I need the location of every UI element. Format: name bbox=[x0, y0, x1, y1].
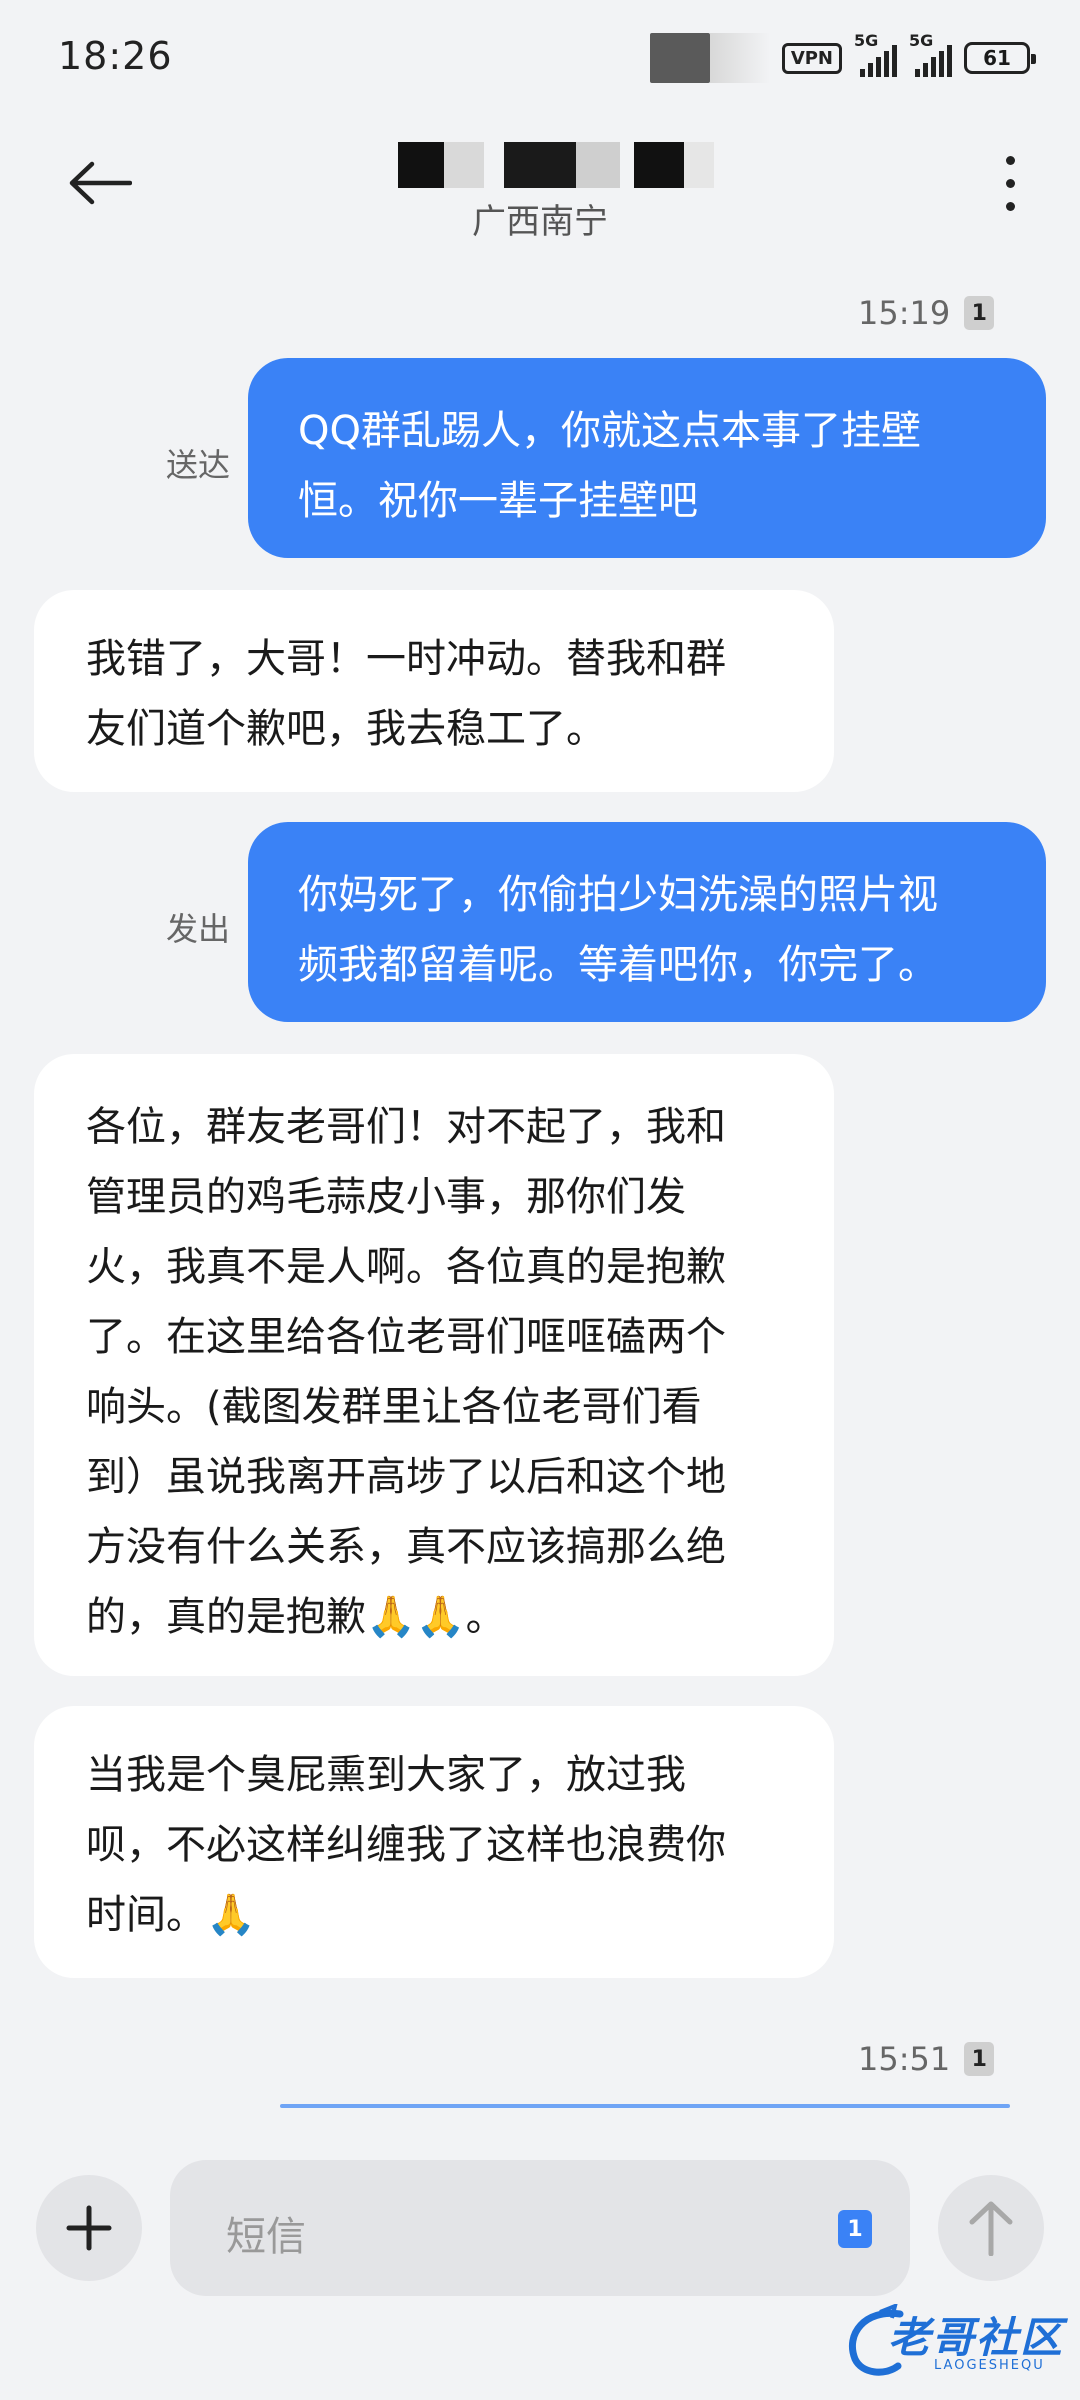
redacted-fade bbox=[709, 33, 770, 83]
outgoing-message[interactable]: 你妈死了，你偷拍少妇洗澡的照片视 频我都留着呢。等着吧你，你完了。 bbox=[248, 822, 1046, 1022]
sim-badge: 1 bbox=[964, 296, 995, 330]
message-text: 我错了，大哥！一时冲动。替我和群 友们道个歉吧，我去稳工了。 bbox=[86, 636, 726, 752]
watermark-logo: 老哥社区 LAOGESHEQU bbox=[840, 2300, 1070, 2390]
message-text: QQ群乱踢人，你就这点本事了挂壁 恒。祝你一辈子挂壁吧 bbox=[298, 408, 921, 524]
add-attachment-button[interactable] bbox=[36, 2175, 142, 2281]
send-button[interactable] bbox=[938, 2175, 1044, 2281]
battery-level: 61 bbox=[983, 46, 1011, 70]
outgoing-message-partial[interactable] bbox=[280, 2104, 1010, 2108]
arrow-up-icon bbox=[969, 2201, 1013, 2256]
vpn-icon: VPN bbox=[781, 42, 842, 74]
delivery-status: 发出 bbox=[166, 910, 231, 948]
message-text: 当我是个臭屁熏到大家了，放过我 呗，不必这样纠缠我了这样也浪费你 时间。🙏 bbox=[86, 1752, 726, 1938]
network-type-label-2: 5G bbox=[909, 31, 934, 50]
incoming-message[interactable]: 当我是个臭屁熏到大家了，放过我 呗，不必这样纠缠我了这样也浪费你 时间。🙏 bbox=[34, 1706, 834, 1978]
sms-input[interactable]: 短信 1 bbox=[170, 2160, 910, 2296]
contact-location: 广西南宁 bbox=[472, 202, 608, 242]
redacted-notification bbox=[649, 33, 710, 83]
sim-select-icon[interactable]: 1 bbox=[838, 2210, 872, 2248]
sms-input-placeholder: 短信 bbox=[226, 2214, 306, 2260]
message-timestamp: 15:19 1 bbox=[858, 294, 995, 332]
dot-icon bbox=[1005, 178, 1015, 188]
more-options-button[interactable] bbox=[980, 148, 1040, 218]
network-type-label: 5G bbox=[854, 31, 879, 50]
dot-icon bbox=[1005, 155, 1015, 165]
signal-icon-2: 5G bbox=[909, 31, 952, 77]
watermark-text: 老哥社区 bbox=[888, 2313, 1065, 2362]
message-text: 各位，群友老哥们！对不起了，我和 管理员的鸡毛蒜皮小事，那你们发 火，我真不是人… bbox=[86, 1104, 726, 1640]
incoming-message[interactable]: 我错了，大哥！一时冲动。替我和群 友们道个歉吧，我去稳工了。 bbox=[34, 590, 834, 792]
message-timestamp: 15:51 1 bbox=[858, 2040, 995, 2078]
incoming-message[interactable]: 各位，群友老哥们！对不起了，我和 管理员的鸡毛蒜皮小事，那你们发 火，我真不是人… bbox=[34, 1054, 834, 1676]
message-text: 你妈死了，你偷拍少妇洗澡的照片视 频我都留着呢。等着吧你，你完了。 bbox=[298, 872, 938, 988]
sim-badge: 1 bbox=[964, 2042, 995, 2076]
timestamp-text: 15:19 bbox=[858, 294, 951, 332]
delivery-status: 送达 bbox=[166, 446, 231, 484]
watermark-subtext: LAOGESHEQU bbox=[934, 2358, 1045, 2373]
dot-icon bbox=[1005, 201, 1015, 211]
contact-name-redacted bbox=[398, 142, 714, 188]
battery-icon: 61 bbox=[964, 42, 1036, 74]
status-icons: VPN 5G 5G 61 bbox=[649, 31, 1036, 83]
status-bar: 18:26 VPN 5G 5G 61 bbox=[0, 0, 1080, 120]
status-time: 18:26 bbox=[58, 34, 173, 78]
conversation-header: 广西南宁 bbox=[0, 120, 1080, 250]
plus-icon bbox=[66, 2205, 112, 2251]
signal-icon: 5G bbox=[854, 31, 897, 77]
timestamp-text: 15:51 bbox=[858, 2040, 951, 2078]
outgoing-message[interactable]: QQ群乱踢人，你就这点本事了挂壁 恒。祝你一辈子挂壁吧 bbox=[248, 358, 1046, 558]
